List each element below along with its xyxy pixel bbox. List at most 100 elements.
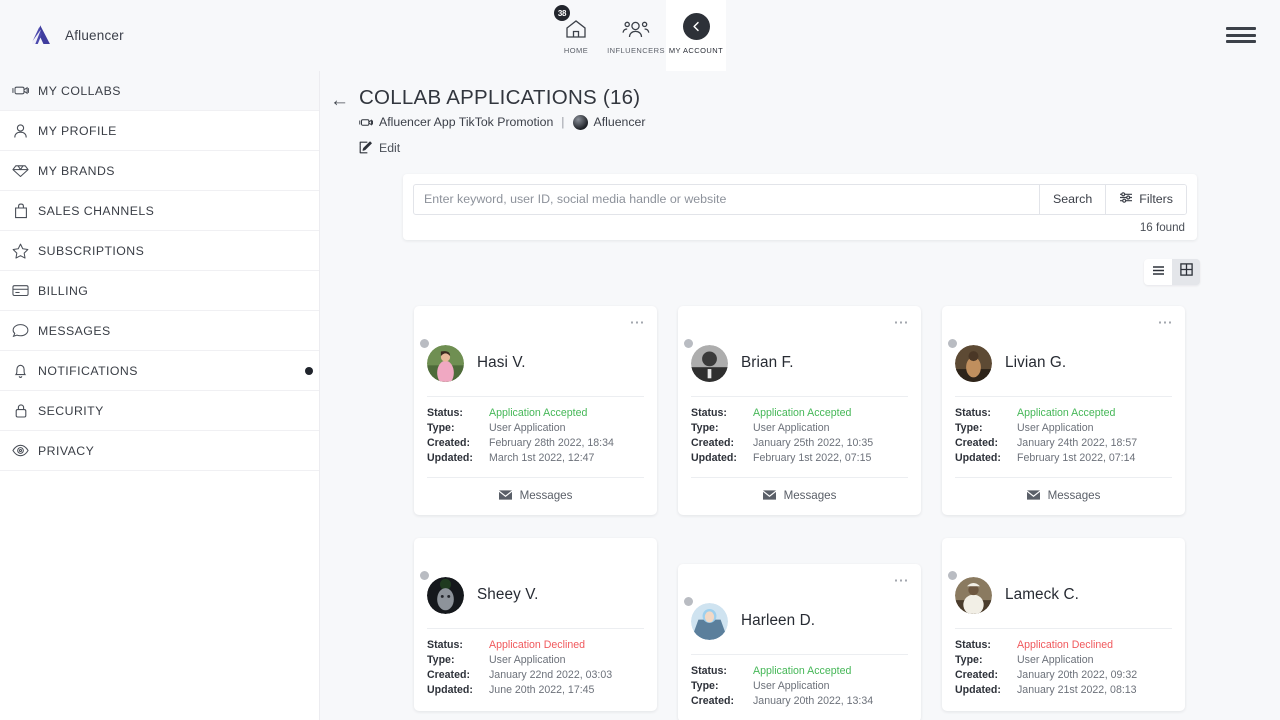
app-root: Afluencer 38 HOME INFLUENCERS MY ACCOUNT… <box>0 0 1280 720</box>
value-status: Application Accepted <box>489 406 588 419</box>
value-status: Application Accepted <box>1017 406 1116 419</box>
brand-logo[interactable]: Afluencer <box>28 22 124 48</box>
label-updated: Updated: <box>955 683 1001 696</box>
more-horizontal-icon[interactable]: ⋯ <box>1158 315 1174 330</box>
sidebar-item-notifications[interactable]: NOTIFICATIONS <box>0 351 319 391</box>
nav-item-home[interactable]: 38 HOME <box>546 0 606 71</box>
sidebar-label-notifications: NOTIFICATIONS <box>38 363 138 378</box>
value-updated: January 21st 2022, 08:13 <box>1017 683 1137 696</box>
hamburger-menu-icon[interactable] <box>1226 24 1256 46</box>
label-type: Type: <box>691 421 719 434</box>
value-status: Application Accepted <box>753 406 852 419</box>
value-type: User Application <box>489 421 566 434</box>
sidebar-item-security[interactable]: SECURITY <box>0 391 319 431</box>
avatar <box>691 602 728 640</box>
filters-button-label: Filters <box>1139 192 1173 207</box>
value-created: January 22nd 2022, 03:03 <box>489 668 613 681</box>
top-navigation: 38 HOME INFLUENCERS MY ACCOUNT <box>546 0 726 71</box>
list-view-button[interactable] <box>1144 258 1172 285</box>
collabs-icon <box>359 117 373 128</box>
label-type: Type: <box>427 653 455 666</box>
sliders-icon <box>1119 191 1133 207</box>
card-meta: Status: Application Accepted Type: User … <box>691 397 908 466</box>
breadcrumb-brand-avatar <box>572 114 588 130</box>
messages-button[interactable]: Messages <box>955 476 1172 502</box>
search-section: Search Filters <box>320 173 1280 240</box>
sidebar-item-my-profile[interactable]: MY PROFILE <box>0 111 319 151</box>
edit-button[interactable]: Edit <box>359 141 645 155</box>
messages-button[interactable]: Messages <box>427 476 644 502</box>
brand-name: Afluencer <box>65 27 124 43</box>
page-header: ← COLLAB APPLICATIONS (16) Afluencer App… <box>320 71 1280 155</box>
nav-item-my-account[interactable]: MY ACCOUNT <box>666 0 726 71</box>
sidebar-label-subscriptions: SUBSCRIPTIONS <box>38 243 145 258</box>
label-status: Status: <box>427 406 463 419</box>
back-circle-icon <box>682 13 710 40</box>
nav-item-influencers[interactable]: INFLUENCERS <box>606 0 666 71</box>
label-updated: Updated: <box>955 451 1001 464</box>
more-horizontal-icon[interactable]: ⋯ <box>630 315 646 330</box>
breadcrumb-brand-name[interactable]: Afluencer <box>594 115 646 129</box>
card-meta: Status: Application Accepted Type: User … <box>427 397 644 466</box>
nav-label-home: HOME <box>563 46 589 55</box>
sidebar-item-privacy[interactable]: PRIVACY <box>0 431 319 471</box>
value-created: January 20th 2022, 09:32 <box>1017 668 1138 681</box>
applicant-name: Livian G. <box>1005 354 1067 372</box>
sidebar-label-messages: MESSAGES <box>38 323 111 338</box>
credit-card-icon <box>12 282 29 299</box>
applicant-name: Brian F. <box>741 354 794 372</box>
application-card[interactable]: ⋯ Harleen D. Status: Application Accepte… <box>678 563 921 720</box>
card-meta: Status: Application Declined Type: User … <box>427 629 644 698</box>
main-content: ← COLLAB APPLICATIONS (16) Afluencer App… <box>320 71 1280 720</box>
application-card[interactable]: ⋯ Livian G. Status: Application Accepted… <box>942 305 1185 515</box>
sidebar-item-billing[interactable]: BILLING <box>0 271 319 311</box>
filters-button[interactable]: Filters <box>1105 184 1186 214</box>
messages-label: Messages <box>783 488 837 502</box>
search-input[interactable] <box>414 184 1039 214</box>
value-type: User Application <box>1017 653 1094 666</box>
home-icon <box>564 16 588 40</box>
eye-icon <box>12 442 29 459</box>
label-created: Created: <box>955 668 998 681</box>
more-horizontal-icon[interactable]: ⋯ <box>894 315 910 330</box>
avatar-status-dot <box>420 570 429 580</box>
sidebar-item-my-collabs[interactable]: MY COLLABS <box>0 71 319 111</box>
back-arrow-icon[interactable]: ← <box>330 91 349 110</box>
application-card[interactable]: ⋯ Brian F. Status: Application Accepted … <box>678 305 921 515</box>
value-created: January 20th 2022, 13:34 <box>753 694 874 707</box>
star-icon <box>12 242 29 259</box>
application-card[interactable]: Sheey V. Status: Application Declined Ty… <box>414 537 657 711</box>
card-identity: Livian G. <box>948 317 1172 382</box>
applicant-name: Lameck C. <box>1005 586 1080 604</box>
envelope-icon <box>498 490 512 500</box>
value-created: January 24th 2022, 18:57 <box>1017 436 1138 449</box>
label-status: Status: <box>691 664 727 677</box>
grid-view-icon <box>1179 262 1193 281</box>
sidebar-item-my-brands[interactable]: MY BRANDS <box>0 151 319 191</box>
nav-label-my-account: MY ACCOUNT <box>668 46 724 55</box>
application-card[interactable]: ⋯ Hasi V. Status: Application Accepted T… <box>414 305 657 515</box>
label-status: Status: <box>955 406 991 419</box>
search-button[interactable]: Search <box>1039 184 1106 214</box>
sidebar-item-messages[interactable]: MESSAGES <box>0 311 319 351</box>
breadcrumb-collab-name[interactable]: Afluencer App TikTok Promotion <box>379 115 553 129</box>
more-horizontal-icon[interactable]: ⋯ <box>894 573 910 588</box>
sidebar-item-sales-channels[interactable]: SALES CHANNELS <box>0 191 319 231</box>
list-view-icon <box>1152 263 1165 281</box>
breadcrumb: Afluencer App TikTok Promotion | Afluenc… <box>359 114 646 130</box>
application-card[interactable]: Lameck C. Status: Application Declined T… <box>942 537 1185 711</box>
label-type: Type: <box>427 421 455 434</box>
sidebar-label-my-brands: MY BRANDS <box>38 163 115 178</box>
sidebar-label-sales-channels: SALES CHANNELS <box>38 203 155 218</box>
view-toggle-group <box>1144 258 1200 285</box>
chat-bubble-icon <box>12 322 29 339</box>
sidebar-item-subscriptions[interactable]: SUBSCRIPTIONS <box>0 231 319 271</box>
label-created: Created: <box>691 694 734 707</box>
search-button-label: Search <box>1053 192 1093 207</box>
label-updated: Updated: <box>427 451 473 464</box>
top-bar: Afluencer 38 HOME INFLUENCERS MY ACCOUNT <box>0 0 1280 71</box>
label-status: Status: <box>955 638 991 651</box>
card-identity: Brian F. <box>684 317 908 382</box>
grid-view-button[interactable] <box>1172 258 1200 285</box>
messages-button[interactable]: Messages <box>691 476 908 502</box>
